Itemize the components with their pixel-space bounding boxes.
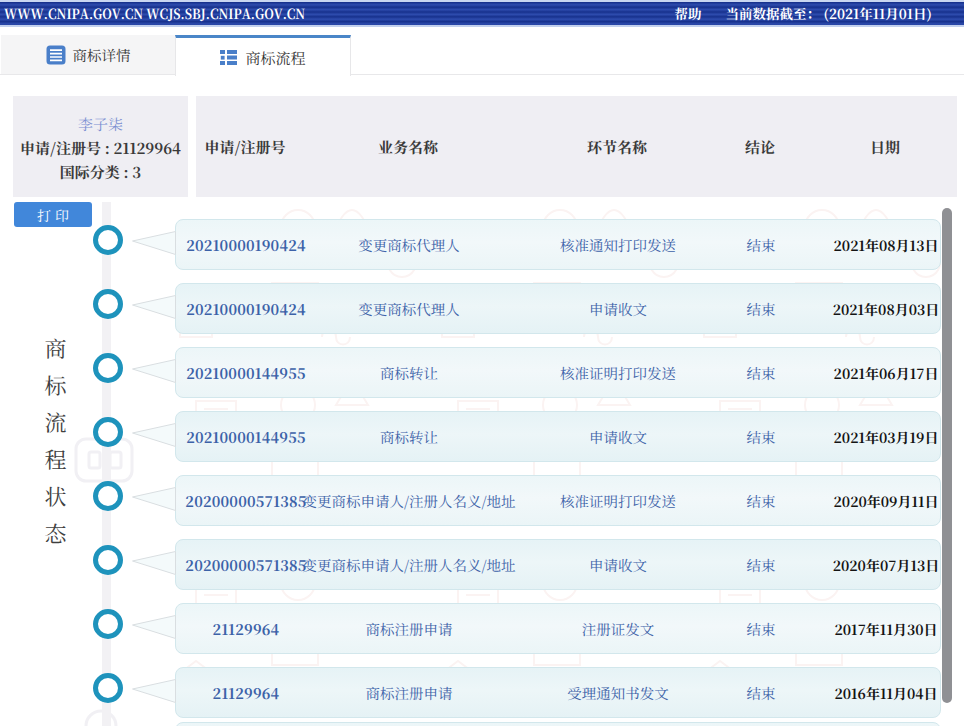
timeline-row: 20210000190424 变更商标代理人 核准通知打印发送 结束 2021年…: [175, 219, 941, 270]
row-date: 2016年11月04日: [829, 668, 943, 717]
timeline-node-circle: [93, 289, 123, 319]
trademark-summary-card: 李子柒 申请/注册号 : 21129964 国际分类 : 3: [13, 96, 188, 197]
row-reg-number: 20210000190424: [176, 284, 316, 333]
topbar-right-group: 帮助 当前数据截至： (2021年11月01日): [675, 0, 932, 25]
row-stage-name: 申请收文: [511, 284, 725, 333]
timeline-row: 20210000190424 变更商标代理人 申请收文 结束 2021年08月0…: [175, 283, 941, 334]
row-reg-number: 20210000144955: [176, 348, 316, 397]
row-tail-pointer: [131, 231, 176, 255]
row-tail-pointer: [131, 487, 176, 511]
row-stage-name: 受理通知书发文: [511, 668, 725, 717]
row-stage-name: 申请收文: [511, 412, 725, 461]
row-date: 2021年08月03日: [829, 284, 943, 333]
row-stage-name: 申请收文: [511, 540, 725, 589]
flow-status-vertical-label: 商标流程状态: [40, 337, 71, 559]
row-business-name: 商标注册申请: [319, 604, 499, 653]
timeline-row: 20200000571385 变更商标申请人/注册人名义/地址 申请收文 结束 …: [175, 539, 941, 590]
tab-trademark-details[interactable]: 商标详情: [1, 35, 175, 74]
timeline-row: 20210000144955 商标转让 核准证明打印发送 结束 2021年06月…: [175, 347, 941, 398]
timeline-row: 21129964 商标注册申请 注册证发文 结束 2017年11月30日: [175, 603, 941, 654]
row-conclusion: 结束: [719, 412, 803, 461]
timeline-node-circle: [93, 225, 123, 255]
row-reg-number: 20210000144955: [176, 412, 316, 461]
data-cutoff-label: 当前数据截至： (2021年11月01日): [726, 0, 932, 25]
tab-details-label: 商标详情: [73, 44, 131, 65]
row-business-name: 变更商标申请人/注册人名义/地址: [319, 476, 499, 525]
row-conclusion: 结束: [719, 604, 803, 653]
row-date: 2021年03月19日: [829, 412, 943, 461]
timeline-node-circle: [93, 417, 123, 447]
column-header-conclusion: 结论: [718, 96, 802, 197]
timeline-node-circle: [93, 353, 123, 383]
row-tail-pointer: [131, 615, 176, 639]
row-stage-name: 注册证发文: [511, 604, 725, 653]
row-tail-pointer: [131, 359, 176, 383]
timeline-node-circle: [93, 609, 123, 639]
row-reg-number: 21129964: [176, 668, 316, 717]
row-reg-number: 20210000190424: [176, 220, 316, 269]
timeline-node-circle: [93, 673, 123, 703]
row-business-name: 商标转让: [319, 348, 499, 397]
timeline-row: 20210000144955 商标转让 申请收文 结束 2021年03月19日: [175, 411, 941, 462]
intl-class-line: 国际分类 : 3: [60, 160, 141, 184]
row-conclusion: 结束: [719, 220, 803, 269]
tab-flow-label: 商标流程: [245, 47, 305, 68]
row-date: 2021年08月13日: [829, 220, 943, 269]
row-conclusion: 结束: [719, 348, 803, 397]
row-stage-name: 核准证明打印发送: [511, 348, 725, 397]
timeline-row: 20200000571385 变更商标申请人/注册人名义/地址 核准证明打印发送…: [175, 475, 941, 526]
row-stage-name: 核准证明打印发送: [511, 476, 725, 525]
row-tail-pointer: [131, 551, 176, 575]
circle-watermark-icon: [86, 711, 116, 726]
timeline-line: [102, 202, 111, 726]
row-date: 2020年07月13日: [829, 540, 943, 589]
column-header-stage: 环节名称: [510, 96, 724, 197]
tabstrip-divider: [0, 74, 964, 75]
row-tail-pointer: [131, 679, 176, 703]
row-business-name: 变更商标申请人/注册人名义/地址: [319, 540, 499, 589]
row-conclusion: 结束: [719, 284, 803, 333]
trademark-name: 李子柒: [78, 112, 123, 136]
timeline-node-circle: [93, 545, 123, 575]
row-business-name: 变更商标代理人: [319, 284, 499, 333]
row-conclusion: 结束: [719, 540, 803, 589]
column-header-date: 日期: [828, 96, 942, 197]
site-domains: WWW.CNIPA.GOV.CN WCJS.SBJ.CNIPA.GOV.CN: [4, 0, 305, 25]
row-conclusion: 结束: [719, 476, 803, 525]
row-business-name: 商标转让: [319, 412, 499, 461]
row-conclusion: 结束: [719, 668, 803, 717]
registration-number-line: 申请/注册号 : 21129964: [20, 136, 181, 160]
row-business-name: 变更商标代理人: [319, 220, 499, 269]
row-date: 2020年09月11日: [829, 476, 943, 525]
column-header-business: 业务名称: [318, 96, 498, 197]
help-link[interactable]: 帮助: [675, 0, 702, 25]
row-stage-name: 核准通知打印发送: [511, 220, 725, 269]
list-grid-icon: [220, 49, 237, 66]
row-reg-number: 21129964: [176, 604, 316, 653]
row-tail-pointer: [131, 295, 176, 319]
top-bar: WWW.CNIPA.GOV.CN WCJS.SBJ.CNIPA.GOV.CN 帮…: [0, 0, 964, 27]
tab-trademark-flow[interactable]: 商标流程: [175, 35, 351, 76]
column-header-reg-number: 申请/注册号: [175, 96, 315, 197]
row-reg-number: 20200000571385: [176, 476, 316, 525]
row-reg-number: 20200000571385: [176, 540, 316, 589]
document-lines-icon: [46, 45, 66, 65]
timeline-row-partial: [175, 722, 941, 726]
vertical-scrollbar[interactable]: [942, 208, 952, 703]
trademark-flow-page: WWW.CNIPA.GOV.CN WCJS.SBJ.CNIPA.GOV.CN 帮…: [0, 0, 964, 726]
row-tail-pointer: [131, 423, 176, 447]
row-date: 2017年11月30日: [829, 604, 943, 653]
print-button[interactable]: 打印: [14, 202, 92, 227]
timeline-row: 21129964 商标注册申请 受理通知书发文 结束 2016年11月04日: [175, 667, 941, 718]
row-business-name: 商标注册申请: [319, 668, 499, 717]
row-date: 2021年06月17日: [829, 348, 943, 397]
timeline-node-circle: [93, 481, 123, 511]
